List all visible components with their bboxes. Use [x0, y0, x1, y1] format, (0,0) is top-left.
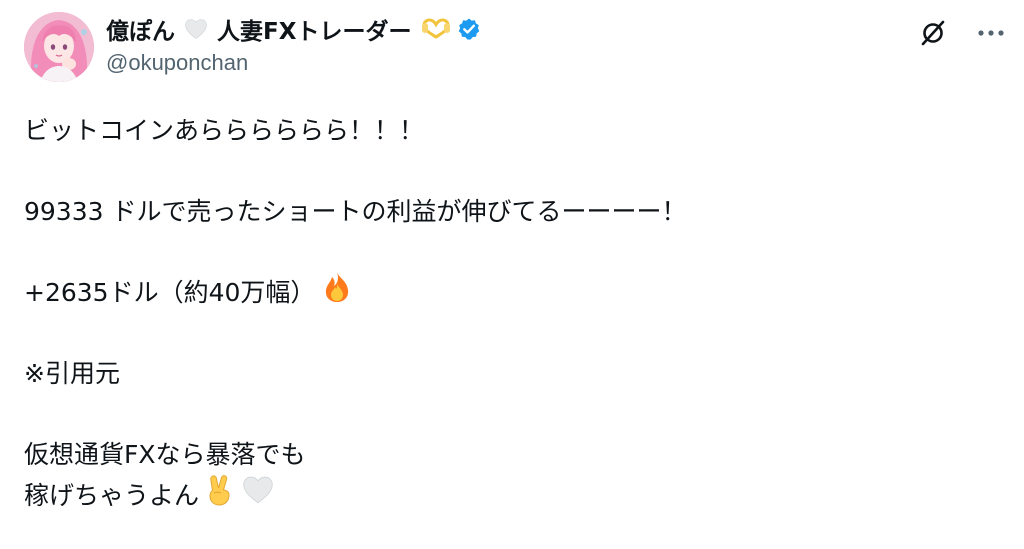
- post-line-2: 99333 ドルで売ったショートの利益が伸びてるーーーー！: [24, 197, 687, 226]
- grok-icon[interactable]: [918, 18, 948, 48]
- fire-icon: [321, 270, 353, 316]
- user-handle[interactable]: @okuponchan: [106, 50, 894, 76]
- heart-hands-icon: [421, 18, 451, 46]
- post-line-4: ※引用元: [24, 359, 120, 388]
- post-line-6: 稼げちゃうよん: [24, 481, 200, 510]
- author-block: 億ぽん 人妻FXトレーダー @okuponchan: [106, 14, 894, 76]
- name-row: 億ぽん 人妻FXトレーダー: [106, 12, 894, 47]
- victory-hand-icon: [205, 473, 235, 519]
- post-line-5: 仮想通貨FXなら暴落でも: [24, 440, 306, 469]
- post-line-3: +2635ドル（約40万幅）: [24, 278, 316, 307]
- display-name[interactable]: 億ぽん 人妻FXトレーダー: [106, 12, 452, 47]
- display-name-part1: 億ぽん: [106, 18, 175, 45]
- white-heart-icon: [184, 18, 208, 46]
- post-actions: [918, 18, 1006, 48]
- more-icon[interactable]: [976, 18, 1006, 48]
- display-name-part2: 人妻FXトレーダー: [217, 18, 412, 45]
- avatar[interactable]: [24, 12, 94, 82]
- post-body: ビットコインあらららららら！！！ 99333 ドルで売ったショートの利益が伸びて…: [24, 110, 984, 516]
- white-heart-icon: [241, 475, 275, 517]
- post-line-6-row: 稼げちゃうよん: [24, 473, 984, 519]
- post-line-3-row: +2635ドル（約40万幅）: [24, 270, 984, 316]
- post-line-1: ビットコインあらららららら！！！: [24, 116, 425, 145]
- post: 億ぽん 人妻FXトレーダー @okuponchan ビットコインあらららららら！…: [0, 0, 1024, 549]
- verified-badge-icon[interactable]: [457, 17, 481, 41]
